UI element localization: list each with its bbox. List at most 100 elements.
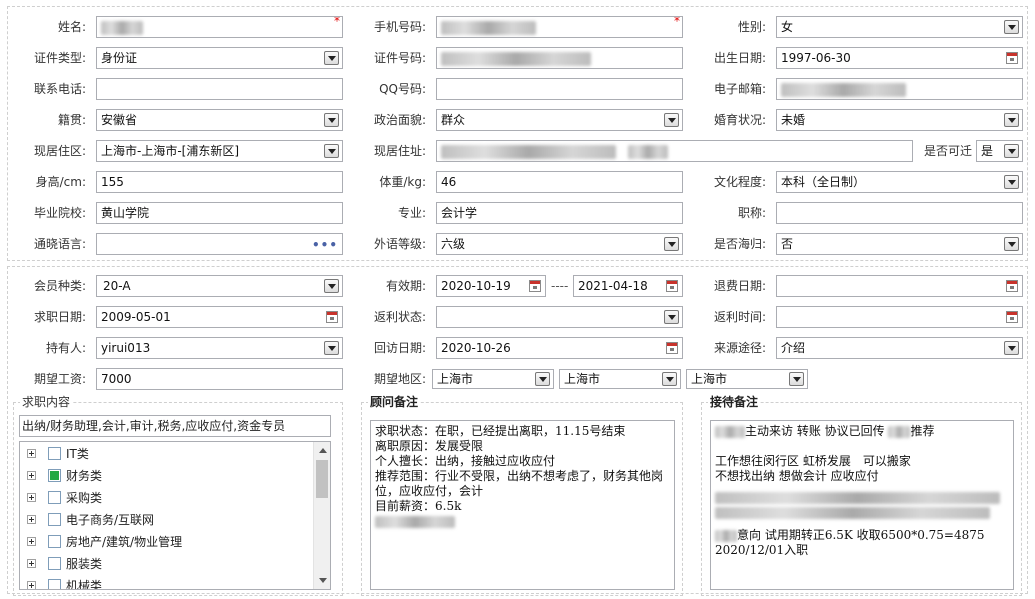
calendar-icon[interactable] — [529, 280, 541, 292]
rebate-time-input[interactable] — [776, 306, 1023, 328]
reception-notes-textarea[interactable]: 主动来访 转账 协议已回传 推荐 工作想往闵行区 虹桥发展 可以搬家 不想找出纳 想… — [710, 420, 1014, 590]
returnee-select[interactable]: 否 — [776, 233, 1023, 255]
tree-scrollbar[interactable] — [313, 442, 330, 589]
chevron-down-icon[interactable] — [662, 372, 677, 386]
school-input[interactable]: 黄山学院 — [96, 202, 343, 224]
residence-area-select[interactable]: 上海市-上海市-[浦东新区] — [96, 140, 343, 162]
note-line: 离职原因：发展受限 — [375, 439, 484, 453]
tree-item[interactable]: 采购类 — [20, 489, 315, 507]
native-place-select[interactable]: 安徽省 — [96, 109, 343, 131]
calendar-icon[interactable] — [1006, 52, 1018, 64]
salary-input[interactable]: 7000 — [96, 368, 343, 390]
birth-date-input[interactable]: 1997-06-30 — [776, 47, 1023, 69]
relocate-select[interactable]: 是 — [976, 140, 1023, 162]
chevron-down-icon[interactable] — [324, 51, 339, 65]
expand-icon[interactable] — [27, 471, 36, 480]
phone-input[interactable] — [96, 78, 343, 100]
valid-to-input[interactable]: 2021-04-18 — [573, 275, 683, 297]
refund-date-input[interactable] — [776, 275, 1023, 297]
chevron-down-icon[interactable] — [664, 113, 679, 127]
tree-item[interactable]: IT类 — [20, 445, 315, 463]
source-select[interactable]: 介绍 — [776, 337, 1023, 359]
chevron-down-icon[interactable] — [1004, 237, 1019, 251]
chevron-down-icon[interactable] — [324, 279, 339, 293]
chevron-down-icon[interactable] — [789, 372, 804, 386]
job-category-tree[interactable]: IT类 财务类 采购类 电子商务/互联网 房地产/建筑/物业管理 服装类 机械类 — [19, 441, 331, 590]
tree-item[interactable]: 电子商务/互联网 — [20, 511, 315, 529]
checkbox[interactable] — [48, 491, 61, 504]
chevron-down-icon[interactable] — [664, 237, 679, 251]
checkbox[interactable] — [48, 447, 61, 460]
area-city-select[interactable]: 上海市 — [559, 369, 681, 389]
calendar-icon[interactable] — [326, 311, 338, 323]
chevron-down-icon[interactable] — [1004, 113, 1019, 127]
scroll-thumb[interactable] — [316, 460, 328, 498]
advisor-notes-textarea[interactable]: 求职状态：在职，已经提出离职，11.15号结束 离职原因：发展受限 个人擅长：出纳，… — [370, 420, 675, 590]
qq-input[interactable] — [436, 78, 683, 100]
date-range-separator: ---- — [551, 279, 569, 293]
checkbox[interactable] — [48, 579, 61, 589]
chevron-down-icon[interactable] — [324, 341, 339, 355]
chevron-down-icon[interactable] — [1004, 144, 1019, 158]
address-input[interactable] — [436, 140, 913, 162]
mobile-input[interactable]: * — [436, 16, 683, 38]
valid-from-input[interactable]: 2020-10-19 — [436, 275, 546, 297]
expand-icon[interactable] — [27, 537, 36, 546]
gender-select[interactable]: 女 — [776, 16, 1023, 38]
expand-icon[interactable] — [27, 449, 36, 458]
tree-item[interactable]: 财务类 — [20, 467, 315, 485]
name-input[interactable]: * — [96, 16, 343, 38]
chevron-down-icon[interactable] — [324, 113, 339, 127]
tree-item[interactable]: 机械类 — [20, 577, 315, 590]
holder-select[interactable]: yirui013 — [96, 337, 343, 359]
job-date-label: 求职日期: — [33, 310, 86, 324]
job-date-input[interactable]: 2009-05-01 — [96, 306, 343, 328]
checkbox[interactable] — [48, 535, 61, 548]
checkbox[interactable] — [48, 513, 61, 526]
foreign-level-value: 六级 — [441, 237, 466, 251]
chevron-down-icon[interactable] — [324, 144, 339, 158]
job-content-selected[interactable]: 出纳/财务助理,会计,审计,税务,应收应付,资金专员 — [19, 415, 331, 437]
mobile-blurred — [441, 20, 536, 35]
political-select[interactable]: 群众 — [436, 109, 683, 131]
tree-item-label: 机械类 — [66, 579, 103, 590]
scroll-up-icon[interactable] — [319, 448, 327, 453]
expand-icon[interactable] — [27, 515, 36, 524]
calendar-icon[interactable] — [1006, 280, 1018, 292]
area-province-select[interactable]: 上海市 — [432, 369, 554, 389]
area-district-select[interactable]: 上海市 — [686, 369, 808, 389]
expand-icon[interactable] — [27, 493, 36, 502]
calendar-icon[interactable] — [666, 342, 678, 354]
chevron-down-icon[interactable] — [1004, 341, 1019, 355]
qq-label: QQ号码: — [379, 82, 426, 96]
height-input[interactable]: 155 — [96, 171, 343, 193]
relocate-value: 是 — [981, 144, 994, 158]
foreign-level-select[interactable]: 六级 — [436, 233, 683, 255]
more-icon[interactable]: ••• — [312, 235, 338, 254]
visit-date-input[interactable]: 2020-10-26 — [436, 337, 683, 359]
chevron-down-icon[interactable] — [535, 372, 550, 386]
email-input[interactable] — [776, 78, 1023, 100]
calendar-icon[interactable] — [666, 280, 678, 292]
title-input[interactable] — [776, 202, 1023, 224]
rebate-status-select[interactable] — [436, 306, 683, 328]
major-input[interactable]: 会计学 — [436, 202, 683, 224]
id-number-input[interactable] — [436, 47, 683, 69]
checkbox-checked[interactable] — [48, 469, 61, 482]
language-input[interactable]: ••• — [96, 233, 343, 255]
expand-icon[interactable] — [27, 581, 36, 589]
tree-item[interactable]: 房地产/建筑/物业管理 — [20, 533, 315, 551]
member-type-select[interactable]: 20-A — [96, 275, 343, 297]
id-type-select[interactable]: 身份证 — [96, 47, 343, 69]
tree-item[interactable]: 服装类 — [20, 555, 315, 573]
education-select[interactable]: 本科（全日制） — [776, 171, 1023, 193]
chevron-down-icon[interactable] — [664, 310, 679, 324]
calendar-icon[interactable] — [1006, 311, 1018, 323]
chevron-down-icon[interactable] — [1004, 175, 1019, 189]
scroll-down-icon[interactable] — [319, 578, 327, 583]
expand-icon[interactable] — [27, 559, 36, 568]
marital-select[interactable]: 未婚 — [776, 109, 1023, 131]
checkbox[interactable] — [48, 557, 61, 570]
chevron-down-icon[interactable] — [1004, 20, 1019, 34]
weight-input[interactable]: 46 — [436, 171, 683, 193]
